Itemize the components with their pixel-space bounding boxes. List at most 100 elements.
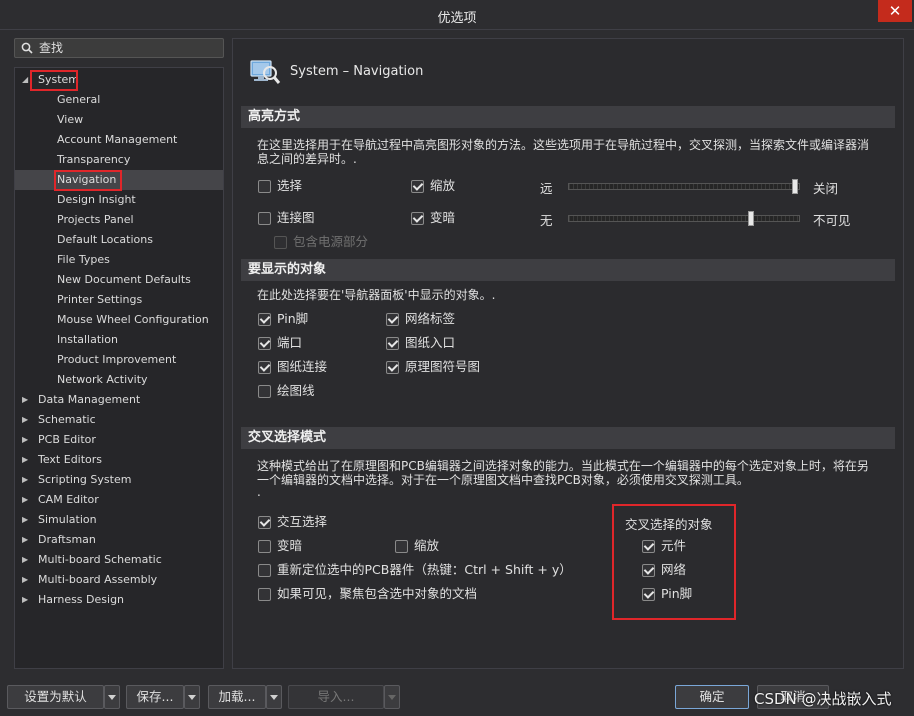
tree-item-account-management[interactable]: Account Management [15, 130, 223, 150]
checkbox-box[interactable] [411, 212, 424, 225]
tree-item-label: Mouse Wheel Configuration [57, 313, 209, 326]
checkbox-box[interactable] [258, 540, 271, 553]
ok-button[interactable]: 确定 [675, 685, 749, 709]
save-dropdown[interactable] [184, 685, 200, 709]
checkbox-box[interactable] [395, 540, 408, 553]
tree-item-label: Transparency [57, 153, 131, 166]
checkbox-label: Pin脚 [661, 586, 693, 601]
tree-item-general[interactable]: General [15, 90, 223, 110]
collapsed-arrow-icon[interactable]: ▶ [22, 550, 30, 570]
tree-item-simulation[interactable]: ▶ Simulation [15, 510, 223, 530]
checkbox-label: Pin脚 [277, 311, 309, 326]
import-dropdown [384, 685, 400, 709]
import-button: 导入... [288, 685, 384, 709]
tree-item-view[interactable]: View [15, 110, 223, 130]
checkbox-box[interactable] [258, 588, 271, 601]
tree-item-harness-design[interactable]: ▶ Harness Design [15, 590, 223, 610]
tree-item-label: Multi-board Assembly [38, 573, 158, 586]
load-dropdown[interactable] [266, 685, 282, 709]
collapsed-arrow-icon[interactable]: ▶ [22, 490, 30, 510]
checkbox-box[interactable] [386, 337, 399, 350]
tree-item-multi-board-assembly[interactable]: ▶ Multi-board Assembly [15, 570, 223, 590]
tree-item-installation[interactable]: Installation [15, 330, 223, 350]
collapsed-arrow-icon[interactable]: ▶ [22, 470, 30, 490]
collapsed-arrow-icon[interactable]: ▶ [22, 410, 30, 430]
checkbox-box[interactable] [411, 180, 424, 193]
expanded-arrow-icon[interactable]: ◢ [22, 70, 30, 90]
tree-item-label: General [57, 93, 101, 106]
checkbox-label: 交互选择 [277, 514, 328, 529]
checkbox-box[interactable] [642, 588, 655, 601]
checkbox-box[interactable] [258, 212, 271, 225]
collapsed-arrow-icon[interactable]: ▶ [22, 570, 30, 590]
slider-zoom[interactable] [568, 179, 800, 194]
tree-item-navigation[interactable]: Navigation [15, 170, 223, 190]
collapsed-arrow-icon[interactable]: ▶ [22, 450, 30, 470]
tree-item-network-activity[interactable]: Network Activity [15, 370, 223, 390]
settings-tree: ◢ System General View Account Management… [14, 67, 224, 669]
tree-item-pcb-editor[interactable]: ▶ PCB Editor [15, 430, 223, 450]
tree-item-data-management[interactable]: ▶ Data Management [15, 390, 223, 410]
tree-item-schematic[interactable]: ▶ Schematic [15, 410, 223, 430]
slider-zoom-thumb[interactable] [792, 179, 798, 194]
tree-item-design-insight[interactable]: Design Insight [15, 190, 223, 210]
tree-item-new-document-defaults[interactable]: New Document Defaults [15, 270, 223, 290]
tree-item-transparency[interactable]: Transparency [15, 150, 223, 170]
set-defaults-dropdown[interactable] [104, 685, 120, 709]
section-objects-header: 要显示的对象 [241, 259, 895, 281]
checkbox-box[interactable] [258, 337, 271, 350]
tree-item-cam-editor[interactable]: ▶ CAM Editor [15, 490, 223, 510]
objects-description: 在此处选择要在'导航器面板'中显示的对象。. [257, 288, 496, 302]
slider-dim-thumb[interactable] [748, 211, 754, 226]
set-defaults-button[interactable]: 设置为默认 [7, 685, 104, 709]
checkbox-box[interactable] [258, 313, 271, 326]
collapsed-arrow-icon[interactable]: ▶ [22, 530, 30, 550]
tree-item-label: Text Editors [38, 453, 103, 466]
tree-item-text-editors[interactable]: ▶ Text Editors [15, 450, 223, 470]
save-button[interactable]: 保存... [126, 685, 184, 709]
tree-item-label: Projects Panel [57, 213, 134, 226]
collapsed-arrow-icon[interactable]: ▶ [22, 390, 30, 410]
tree-item-draftsman[interactable]: ▶ Draftsman [15, 530, 223, 550]
settings-content: System – Navigation 高亮方式 在这里选择用于在导航过程中高亮… [232, 38, 904, 669]
section-highlight-header: 高亮方式 [241, 106, 895, 128]
collapsed-arrow-icon[interactable]: ▶ [22, 590, 30, 610]
slider-dim[interactable] [568, 211, 800, 226]
tree-item-label: Schematic [38, 413, 96, 426]
tree-item-multi-board-schematic[interactable]: ▶ Multi-board Schematic [15, 550, 223, 570]
tree-item-label: PCB Editor [38, 433, 96, 446]
search-input[interactable] [39, 39, 219, 57]
checkbox-box[interactable] [386, 361, 399, 374]
search-box[interactable] [14, 38, 224, 58]
collapsed-arrow-icon[interactable]: ▶ [22, 430, 30, 450]
search-icon [21, 42, 33, 54]
checkbox-box[interactable] [258, 385, 271, 398]
highlight-description: 在这里选择用于在导航过程中高亮图形对象的方法。这些选项用于在导航过程中，交叉探测… [257, 138, 870, 166]
slider-zoom-min-label: 远 [540, 181, 553, 196]
close-button[interactable]: ✕ [878, 0, 912, 22]
tree-item-mouse-wheel-configuration[interactable]: Mouse Wheel Configuration [15, 310, 223, 330]
tree-item-label: Navigation [57, 173, 117, 186]
tree-item-scripting-system[interactable]: ▶ Scripting System [15, 470, 223, 490]
slider-dim-max-label: 不可见 [813, 213, 851, 228]
close-icon: ✕ [888, 2, 902, 20]
load-button[interactable]: 加载... [208, 685, 266, 709]
checkbox-box[interactable] [258, 180, 271, 193]
tree-item-printer-settings[interactable]: Printer Settings [15, 290, 223, 310]
tree-item-label: View [57, 113, 84, 126]
tree-item-product-improvement[interactable]: Product Improvement [15, 350, 223, 370]
checkbox-label: 包含电源部分 [293, 234, 369, 249]
collapsed-arrow-icon[interactable]: ▶ [22, 510, 30, 530]
checkbox-box[interactable] [642, 540, 655, 553]
tree-item-default-locations[interactable]: Default Locations [15, 230, 223, 250]
tree-item-file-types[interactable]: File Types [15, 250, 223, 270]
checkbox-box [274, 236, 287, 249]
tree-item-system[interactable]: ◢ System [15, 70, 223, 90]
checkbox-box[interactable] [258, 564, 271, 577]
checkbox-box[interactable] [258, 361, 271, 374]
checkbox-box[interactable] [258, 516, 271, 529]
checkbox-box[interactable] [386, 313, 399, 326]
tree-item-projects-panel[interactable]: Projects Panel [15, 210, 223, 230]
checkbox-box[interactable] [642, 564, 655, 577]
tree-item-label: Printer Settings [57, 293, 143, 306]
